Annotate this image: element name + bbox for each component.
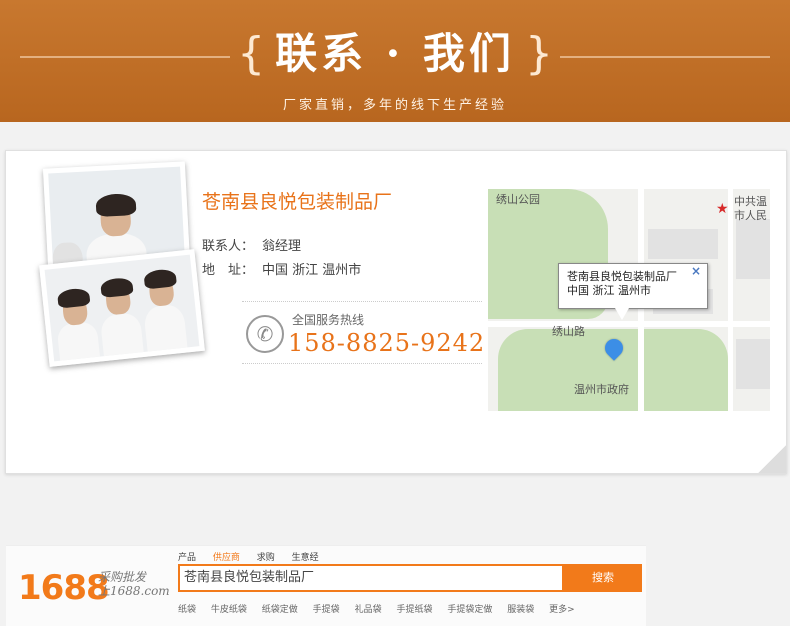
tab-products[interactable]: 产品 xyxy=(178,553,196,563)
divider-bottom xyxy=(242,363,482,364)
logo-1688: 1688 xyxy=(18,568,110,608)
hotword-link[interactable]: 礼品袋 xyxy=(355,605,382,615)
contact-info: 联系人： 翁经理 地 址： 中国 浙江 温州市 xyxy=(202,235,361,283)
map-info-popup: 苍南县良悦包装制品厂 中国 浙江 温州市 × xyxy=(558,263,708,320)
address-label: 地 址： xyxy=(202,263,255,278)
star-icon: ★ xyxy=(716,201,729,217)
tab-purchase[interactable]: 求购 xyxy=(257,553,275,563)
hotword-link[interactable]: 牛皮纸袋 xyxy=(211,605,247,615)
map-label-poi2: 市人民 xyxy=(734,209,767,222)
hotword-link[interactable]: 服装袋 xyxy=(507,605,534,615)
hot-keywords: 纸袋 牛皮纸袋 纸袋定做 手提袋 礼品袋 手提纸袋 手提袋定做 服装袋 更多> xyxy=(178,602,587,615)
search-bar-1688: 1688 采购批发 上1688.com 产品 供应商 求购 生意经 苍南县良悦包… xyxy=(6,545,646,626)
popup-line-1: 苍南县良悦包装制品厂 xyxy=(567,270,677,283)
customer-service-photo-2 xyxy=(39,249,205,367)
phone-icon: ✆ xyxy=(246,315,284,353)
search-input[interactable]: 苍南县良悦包装制品厂 xyxy=(178,564,564,592)
contact-label: 联系人： xyxy=(202,239,255,254)
popup-line-2: 中国 浙江 温州市 xyxy=(567,284,651,297)
hotword-link[interactable]: 纸袋 xyxy=(178,605,196,615)
divider-top xyxy=(242,301,482,302)
contact-value: 翁经理 xyxy=(262,239,302,254)
brace-left: { xyxy=(237,28,266,79)
banner-subtitle: 厂家直销，多年的线下生产经验 xyxy=(282,98,507,113)
contact-card: 苍南县良悦包装制品厂 联系人： 翁经理 地 址： 中国 浙江 温州市 ✆ 全国服务热… xyxy=(5,150,787,626)
tab-business[interactable]: 生意经 xyxy=(292,553,319,563)
hotword-link[interactable]: 纸袋定做 xyxy=(262,605,298,615)
slogan-line-2: 上1688.com xyxy=(98,584,170,598)
page-curl-corner xyxy=(758,445,786,473)
brace-right: } xyxy=(524,28,553,79)
company-name: 苍南县良悦包装制品厂 xyxy=(202,191,393,213)
slogan-line-1: 采购批发 xyxy=(98,570,147,584)
banner-title: 联系 · 我们 xyxy=(275,29,515,78)
header-banner: {联系 · 我们} 厂家直销，多年的线下生产经验 xyxy=(0,0,790,122)
banner-title-wrap: {联系 · 我们} xyxy=(0,20,790,81)
location-map[interactable]: 绣山公园 绣山路 温州市政府 中共温 市人民 ★ 苍南县良悦包装制品厂 中国 浙… xyxy=(488,189,770,411)
map-label-park: 绣山公园 xyxy=(496,193,540,206)
more-link[interactable]: 更多> xyxy=(549,605,575,615)
hotword-link[interactable]: 手提袋 xyxy=(313,605,340,615)
map-label-road: 绣山路 xyxy=(552,325,585,338)
map-label-gov: 温州市政府 xyxy=(574,383,629,396)
close-icon[interactable]: × xyxy=(691,264,701,278)
search-tabs: 产品 供应商 求购 生意经 xyxy=(178,550,333,563)
hotword-link[interactable]: 手提袋定做 xyxy=(447,605,492,615)
search-button[interactable]: 搜索 xyxy=(564,564,642,592)
hotline-label: 全国服务热线 xyxy=(292,313,365,327)
hotline-number: 158-8825-9242 xyxy=(288,329,486,357)
hotword-link[interactable]: 手提纸袋 xyxy=(396,605,432,615)
tab-suppliers[interactable]: 供应商 xyxy=(213,553,240,563)
slogan: 采购批发 上1688.com xyxy=(98,570,170,598)
address-value: 中国 浙江 温州市 xyxy=(262,263,362,278)
